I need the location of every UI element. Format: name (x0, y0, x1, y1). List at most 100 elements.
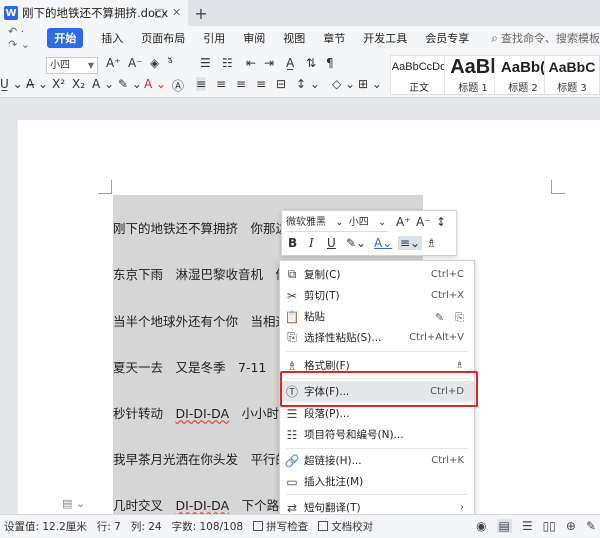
spell-check-toggle[interactable]: 拼写检查 (253, 519, 308, 534)
tab-page-layout[interactable]: 页面布局 (141, 30, 185, 46)
line-spacing-icon[interactable]: ↕ ⌄ (296, 77, 320, 91)
menu-item-copy[interactable]: ⧉ 复制(C) Ctrl+C (280, 264, 474, 285)
menu-item-cut[interactable]: ✂ 剪切(T) Ctrl+X (280, 285, 474, 306)
justify-icon[interactable]: ≡ (256, 77, 266, 91)
menu-item-paste-special[interactable]: ⎘ 选择性粘贴(S)... Ctrl+Alt+V (280, 327, 474, 348)
style-heading-3[interactable]: AaBbC 标题 3 (544, 55, 600, 95)
new-tab-button[interactable]: + (188, 0, 214, 26)
command-search[interactable]: ⌕ 查找命令、搜索模板 (491, 30, 600, 46)
mini-underline-icon[interactable]: U (327, 236, 336, 250)
align-right-icon[interactable]: ≡ (236, 77, 246, 91)
format-painter-extra-icon: ♗ (455, 360, 464, 371)
document-line[interactable]: 夏天一去 又是冬季 7-11 暖 (113, 357, 291, 376)
crop-mark (98, 180, 112, 194)
strikethrough-icon[interactable]: A̶ ⌄ (26, 77, 48, 91)
checkbox-icon (253, 521, 264, 531)
distributed-icon[interactable]: ⊟ (276, 77, 286, 91)
reading-view-icon[interactable]: ▯▯ (543, 519, 556, 533)
align-center-icon[interactable]: ≡ (216, 77, 226, 91)
paste-options-icons[interactable]: ✎ ⎘ (435, 309, 464, 325)
floating-format-toolbar: 微软雅黑 ⌄ 小四 ⌄ A⁺ A⁻ ↕ B I U ✎⌄ A⌄ ≡⌄ ♗ (281, 210, 457, 256)
tab-view[interactable]: 视图 (283, 30, 305, 46)
pin-icon[interactable]: □ (154, 6, 164, 19)
mini-grow-font-icon[interactable]: A⁺ (396, 215, 411, 229)
page-view-icon[interactable]: ▤ (496, 519, 512, 533)
eye-protection-icon[interactable]: ◉ (476, 519, 486, 533)
tab-insert[interactable]: 插入 (101, 30, 123, 46)
style-label: 标题 3 (557, 83, 587, 94)
view-switcher: ◉ ▤ ☰ ▯▯ ⊕ ✎ (466, 519, 596, 533)
tab-review[interactable]: 审阅 (243, 30, 265, 46)
tab-developer[interactable]: 开发工具 (363, 30, 407, 46)
menu-item-hyperlink[interactable]: 🔗 超链接(H)... Ctrl+K (280, 450, 474, 471)
menu-item-insert-comment[interactable]: ▭ 插入批注(M) (280, 471, 474, 492)
mini-font-select[interactable]: 微软雅黑 ⌄ 小四 ⌄ (286, 215, 388, 232)
menu-bar: ↶ · ↷ ⌄ 开始 插入 页面布局 引用 审阅 视图 章节 开发工具 会员专享… (0, 25, 600, 51)
tab-references[interactable]: 引用 (203, 30, 225, 46)
bold-icon[interactable]: B (288, 236, 297, 250)
mini-shrink-font-icon[interactable]: A⁻ (416, 215, 431, 229)
document-line[interactable]: 几时交叉 DI-DI-DA 下个路口 (113, 495, 292, 514)
char-border-icon[interactable]: Ⓐ (172, 77, 184, 94)
superscript-icon[interactable]: X² (52, 77, 65, 91)
mini-highlight-icon[interactable]: ✎⌄ (346, 236, 366, 250)
comment-icon: ▭ (286, 474, 298, 489)
mini-align-icon[interactable]: ≡⌄ (398, 236, 423, 250)
text-effect-icon[interactable]: A ⌄ (92, 77, 114, 91)
font-color-icon[interactable]: A ⌄ (144, 77, 166, 91)
mini-format-brush-icon[interactable]: ♗ (426, 236, 437, 250)
highlight-icon[interactable]: ✎ ⌄ (118, 77, 142, 91)
align-left-icon[interactable]: ≡ (196, 77, 207, 91)
borders-icon[interactable]: ⊞ ⌄ (358, 77, 382, 91)
highlight-frame (280, 371, 478, 407)
document-line[interactable]: 秒针转动 DI-DI-DA 小小时差 (113, 403, 292, 422)
tab-section[interactable]: 章节 (323, 30, 345, 46)
shrink-font-icon[interactable]: A⁻ (128, 56, 143, 70)
tab-home[interactable]: 开始 (47, 28, 84, 48)
style-label: 标题 2 (508, 83, 538, 94)
phonetic-icon[interactable]: ᵃ̆ (168, 56, 173, 70)
style-normal[interactable]: AaBbCcDd 正文 (390, 55, 448, 95)
numbering-icon[interactable]: ☷ (222, 56, 233, 70)
search-icon: ⌕ (491, 30, 498, 45)
outline-view-icon[interactable]: ☰ (522, 519, 533, 533)
chinese-layout-icon[interactable]: A̲ (286, 56, 294, 70)
web-view-icon[interactable]: ⊕ (566, 519, 576, 533)
subscript-icon[interactable]: X₂ (72, 77, 85, 91)
status-position[interactable]: 设置值: 12.2厘米 (4, 519, 87, 534)
mini-line-spacing-icon[interactable]: ↕ (436, 215, 446, 229)
underline-icon[interactable]: U̲ ⌄ (0, 77, 23, 91)
close-tab-icon[interactable]: ✕ (172, 6, 181, 19)
grow-font-icon[interactable]: A⁺ (106, 56, 121, 70)
shading-icon[interactable]: ◇ ⌄ (332, 77, 355, 91)
doc-check-button[interactable]: 文档校对 (318, 519, 373, 534)
quick-access-toolbar[interactable]: ↶ · ↷ ⌄ (8, 25, 35, 51)
document-line[interactable]: 刚下的地铁还不算拥挤 你那边 (113, 218, 288, 237)
increase-indent-icon[interactable]: ⇥ (264, 56, 274, 70)
document-line[interactable]: 我早茶月光洒在你头发 平行的 (113, 449, 288, 468)
status-col: 列: 24 (130, 521, 162, 533)
wps-writer-icon: W (4, 6, 18, 20)
document-line[interactable]: 东京下雨 淋湿巴黎收音机 你 (113, 264, 288, 283)
sort-icon[interactable]: ⇅ (306, 56, 316, 70)
decrease-indent-icon[interactable]: ⇤ (246, 56, 256, 70)
menu-item-bullets-numbering[interactable]: ☷ 项目符号和编号(N)... (280, 424, 474, 445)
clear-format-icon[interactable]: ◈ (150, 56, 159, 70)
page-margin-icon[interactable]: ▤ ⌄ (62, 497, 85, 510)
font-size-select[interactable]: 小四 ▼ (46, 57, 98, 74)
style-sample: AaBl (450, 56, 496, 78)
write-mode-icon[interactable]: ✎ (586, 519, 596, 533)
mini-font-name: 微软雅黑 (286, 217, 326, 228)
style-sample: AaBbC (548, 59, 596, 75)
menu-item-paste[interactable]: 📋 粘贴 ✎ ⎘ (280, 306, 474, 327)
mini-font-color-icon[interactable]: A⌄ (374, 236, 392, 250)
show-marks-icon[interactable]: ¶ (326, 56, 334, 70)
menu-separator (286, 351, 468, 352)
italic-icon[interactable]: I (309, 236, 314, 250)
bullets-icon[interactable]: ☰ (200, 56, 211, 70)
tab-member[interactable]: 会员专享 (425, 30, 469, 46)
document-line[interactable]: 当半个地球外还有个你 当相遇 (113, 311, 288, 330)
copy-icon: ⧉ (287, 267, 297, 281)
document-tab[interactable]: W 刚下的地铁还不算拥挤.docx □ ✕ (0, 0, 188, 26)
status-word-count[interactable]: 字数: 108/108 (172, 519, 244, 534)
